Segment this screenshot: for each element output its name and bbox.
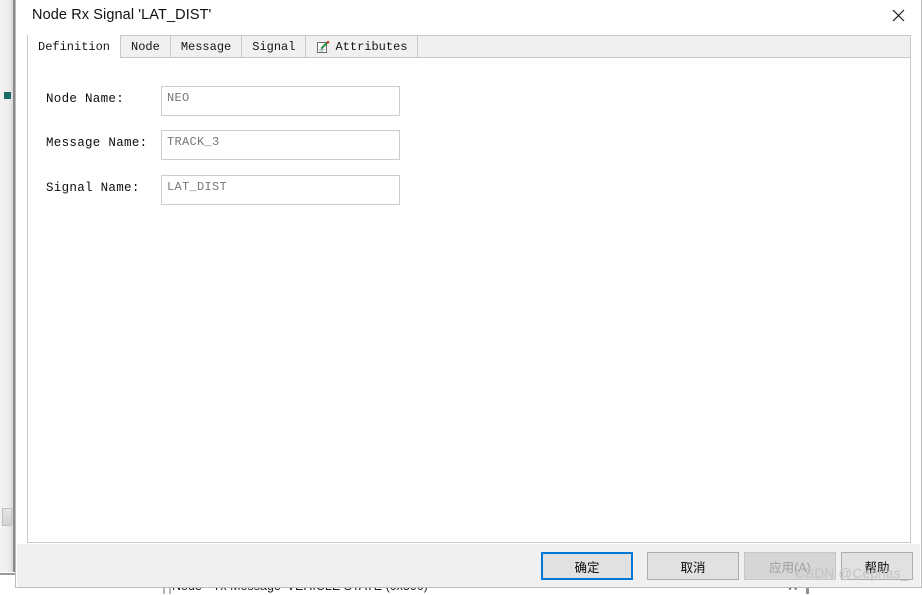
background-scroll-thumb[interactable] [2,508,12,526]
dialog-title: Node Rx Signal 'LAT_DIST' [32,7,212,23]
screen-root: Node - Tx Message 'VEHICLE STATE (0x300)… [0,0,922,594]
node-name-value: NEO [167,91,190,105]
signal-name-label: Signal Name: [46,181,140,195]
signal-name-value: LAT_DIST [167,180,228,194]
tab-attributes[interactable]: Attributes [306,36,419,58]
tree-node-marker-icon [4,92,11,99]
dialog-titlebar[interactable]: Node Rx Signal 'LAT_DIST' [16,0,921,31]
close-icon[interactable] [875,0,921,31]
tab-signal-label: Signal [252,40,296,54]
definition-panel: Node Name: NEO Message Name: TRACK_3 Sig… [27,57,911,543]
ok-button[interactable]: 确定 [541,552,633,580]
field-row-signal-name: Signal Name: LAT_DIST [28,175,910,205]
node-name-label: Node Name: [46,92,125,106]
tab-node[interactable]: Node [121,36,171,58]
cancel-button[interactable]: 取消 [647,552,739,580]
tab-attributes-label: Attributes [335,40,408,54]
message-name-input[interactable]: TRACK_3 [161,130,400,160]
background-left-scrollbar[interactable] [0,0,14,594]
node-name-input[interactable]: NEO [161,86,400,116]
signal-name-input[interactable]: LAT_DIST [161,175,400,205]
tab-message[interactable]: Message [170,36,243,58]
tab-definition[interactable]: Definition [28,35,122,59]
field-row-node-name: Node Name: NEO [28,86,910,116]
apply-button: 应用(A) [744,552,836,580]
tabstrip: Definition Node Message Signal Attribute… [27,35,911,59]
tab-node-label: Node [131,40,160,54]
message-name-value: TRACK_3 [167,135,220,149]
message-name-label: Message Name: [46,136,148,150]
dialog-button-bar: 确定 取消 应用(A) 帮助 [17,544,920,587]
tab-signal[interactable]: Signal [242,36,307,58]
help-button[interactable]: 帮助 [841,552,913,580]
tab-definition-label: Definition [38,40,111,54]
note-pencil-icon [316,40,330,54]
field-row-message-name: Message Name: TRACK_3 [28,130,910,160]
tab-message-label: Message [180,40,232,54]
node-rx-signal-dialog: Node Rx Signal 'LAT_DIST' Definition Nod… [15,0,922,588]
